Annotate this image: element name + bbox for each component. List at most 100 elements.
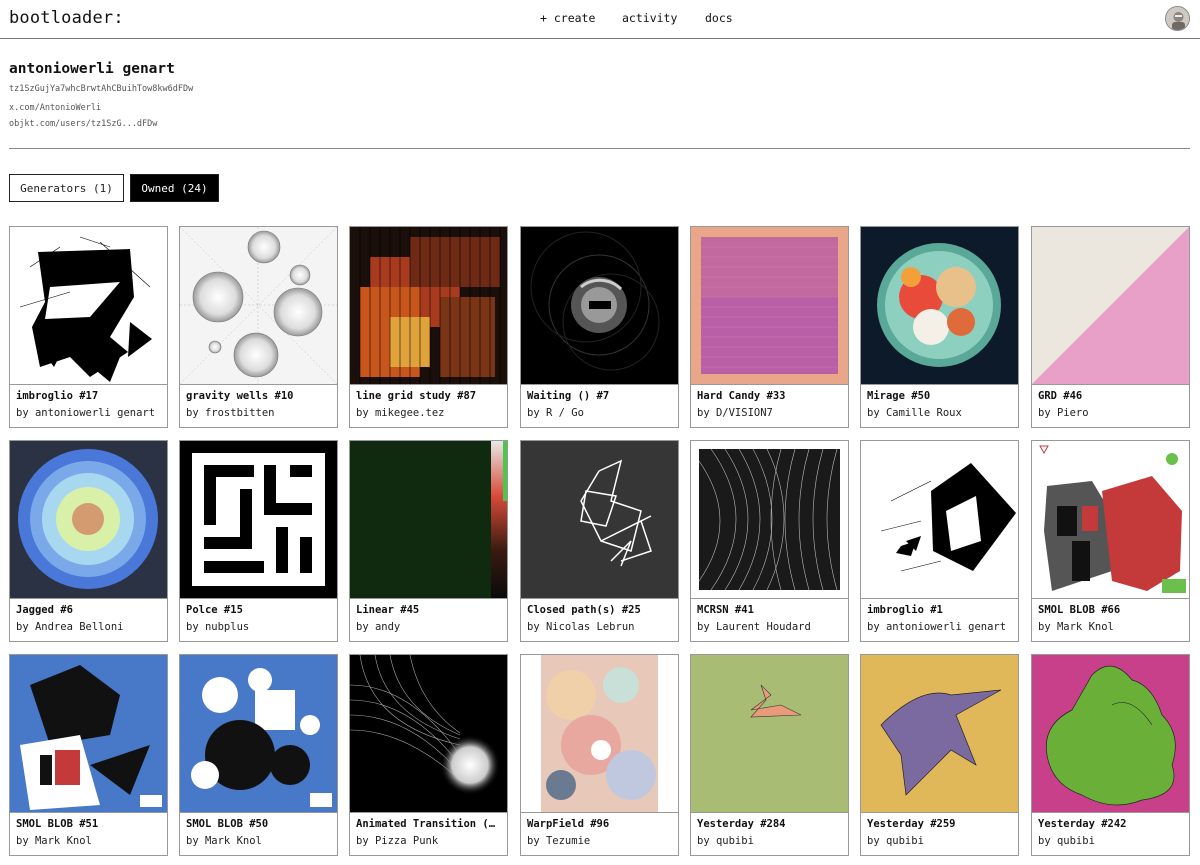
card-title: SMOL BLOB #66 [1038, 604, 1121, 616]
card-meta: Hard Candy #33 by D/VISION7 [691, 384, 848, 427]
token-card[interactable]: GRD #46 by Piero [1031, 226, 1190, 428]
card-meta: Closed path(s) #25 by Nicolas Lebrun [521, 598, 678, 641]
card-title: imbroglio #1 [867, 604, 943, 616]
token-card[interactable]: imbroglio #1 by antoniowerli genart [860, 440, 1019, 642]
artwork-thumbnail [1032, 227, 1189, 384]
token-card[interactable]: Yesterday #284 by qubibi [690, 654, 849, 856]
tab-owned[interactable]: Owned (24) [130, 174, 219, 202]
token-card[interactable]: SMOL BLOB #50 by Mark Knol [179, 654, 338, 856]
card-meta: MCRSN #41 by Laurent Houdard [691, 598, 848, 641]
brand-logo[interactable]: bootloader: [9, 8, 124, 28]
card-title: GRD #46 [1038, 390, 1083, 402]
card-meta: Polce #15 by nubplus [180, 598, 337, 641]
x-profile-link[interactable]: x.com/AntonioWerli [9, 103, 101, 113]
token-card[interactable]: SMOL BLOB #66 by Mark Knol [1031, 440, 1190, 642]
card-title: Mirage #50 [867, 390, 931, 402]
card-artist: by qubibi [697, 835, 754, 847]
card-artist: by Andrea Belloni [16, 621, 124, 633]
card-meta: Yesterday #284 by qubibi [691, 812, 848, 855]
card-artist: by qubibi [1038, 835, 1095, 847]
token-card[interactable]: Waiting () #7 by R / Go [520, 226, 679, 428]
card-title: Waiting () #7 [527, 390, 610, 402]
artwork-thumbnail [521, 655, 678, 812]
card-title: Yesterday #242 [1038, 818, 1127, 830]
artwork-thumbnail [350, 441, 507, 598]
card-meta: GRD #46 by Piero [1032, 384, 1189, 427]
user-avatar[interactable] [1165, 6, 1190, 31]
artwork-thumbnail [180, 227, 337, 384]
profile-name: antoniowerli genart [9, 61, 175, 77]
wallet-address: tz1SzGujYa7whcBrwtAhCBuihTow8kw6dFDw [9, 84, 194, 94]
top-bar: bootloader: + create activity docs [0, 0, 1200, 39]
avatar-image-icon [1166, 7, 1189, 30]
token-card[interactable]: Polce #15 by nubplus [179, 440, 338, 642]
card-title: SMOL BLOB #51 [16, 818, 99, 830]
card-title: Yesterday #259 [867, 818, 956, 830]
artwork-thumbnail [521, 441, 678, 598]
card-artist: by Mark Knol [16, 835, 92, 847]
artwork-thumbnail [350, 655, 507, 812]
nav-create-link[interactable]: + create [540, 11, 595, 25]
card-meta: imbroglio #17 by antoniowerli genart [10, 384, 167, 427]
token-card[interactable]: WarpField #96 by Tezumie [520, 654, 679, 856]
token-card[interactable]: Hard Candy #33 by D/VISION7 [690, 226, 849, 428]
card-artist: by Camille Roux [867, 407, 962, 419]
nav-docs-link[interactable]: docs [705, 11, 733, 25]
artwork-thumbnail [180, 655, 337, 812]
card-meta: Jagged #6 by Andrea Belloni [10, 598, 167, 641]
section-divider [9, 148, 1190, 149]
card-artist: by mikegee.tez [356, 407, 445, 419]
token-card[interactable]: imbroglio #17 by antoniowerli genart [9, 226, 168, 428]
card-title: SMOL BLOB #50 [186, 818, 269, 830]
token-card[interactable]: Animated Transition (… by Pizza Punk [349, 654, 508, 856]
card-artist: by nubplus [186, 621, 250, 633]
token-card[interactable]: MCRSN #41 by Laurent Houdard [690, 440, 849, 642]
card-artist: by antoniowerli genart [867, 621, 1007, 633]
card-title: line grid study #87 [356, 390, 477, 402]
card-artist: by Pizza Punk [356, 835, 439, 847]
objkt-profile-link[interactable]: objkt.com/users/tz1SzG...dFDw [9, 119, 157, 129]
artwork-thumbnail [861, 227, 1018, 384]
token-card[interactable]: Yesterday #242 by qubibi [1031, 654, 1190, 856]
card-title: Closed path(s) #25 [527, 604, 641, 616]
token-card[interactable]: Linear #45 by andy [349, 440, 508, 642]
artwork-thumbnail [1032, 655, 1189, 812]
token-card[interactable]: Yesterday #259 by qubibi [860, 654, 1019, 856]
card-meta: Yesterday #242 by qubibi [1032, 812, 1189, 855]
card-meta: Yesterday #259 by qubibi [861, 812, 1018, 855]
card-artist: by Nicolas Lebrun [527, 621, 635, 633]
token-card[interactable]: Mirage #50 by Camille Roux [860, 226, 1019, 428]
artwork-thumbnail [861, 655, 1018, 812]
card-meta: SMOL BLOB #50 by Mark Knol [180, 812, 337, 855]
card-meta: Waiting () #7 by R / Go [521, 384, 678, 427]
token-card[interactable]: Jagged #6 by Andrea Belloni [9, 440, 168, 642]
card-meta: imbroglio #1 by antoniowerli genart [861, 598, 1018, 641]
card-meta: Animated Transition (… by Pizza Punk [350, 812, 507, 855]
card-title: Animated Transition (… [356, 818, 496, 830]
artwork-thumbnail [1032, 441, 1189, 598]
token-card[interactable]: gravity wells #10 by frostbitten [179, 226, 338, 428]
card-artist: by Laurent Houdard [697, 621, 811, 633]
artwork-thumbnail [861, 441, 1018, 598]
card-title: Linear #45 [356, 604, 420, 616]
artwork-thumbnail [691, 441, 848, 598]
artwork-thumbnail [10, 227, 167, 384]
card-meta: SMOL BLOB #51 by Mark Knol [10, 812, 167, 855]
card-meta: gravity wells #10 by frostbitten [180, 384, 337, 427]
artwork-thumbnail [10, 655, 167, 812]
card-title: Polce #15 [186, 604, 243, 616]
artwork-thumbnail [691, 227, 848, 384]
token-card[interactable]: Closed path(s) #25 by Nicolas Lebrun [520, 440, 679, 642]
nav-activity-link[interactable]: activity [622, 11, 677, 25]
token-card[interactable]: line grid study #87 by mikegee.tez [349, 226, 508, 428]
card-artist: by D/VISION7 [697, 407, 773, 419]
card-artist: by Tezumie [527, 835, 591, 847]
artwork-thumbnail [10, 441, 167, 598]
tab-generators[interactable]: Generators (1) [9, 174, 124, 202]
artwork-thumbnail [521, 227, 678, 384]
card-meta: line grid study #87 by mikegee.tez [350, 384, 507, 427]
card-title: Hard Candy #33 [697, 390, 786, 402]
artwork-thumbnail [691, 655, 848, 812]
token-card[interactable]: SMOL BLOB #51 by Mark Knol [9, 654, 168, 856]
card-meta: SMOL BLOB #66 by Mark Knol [1032, 598, 1189, 641]
